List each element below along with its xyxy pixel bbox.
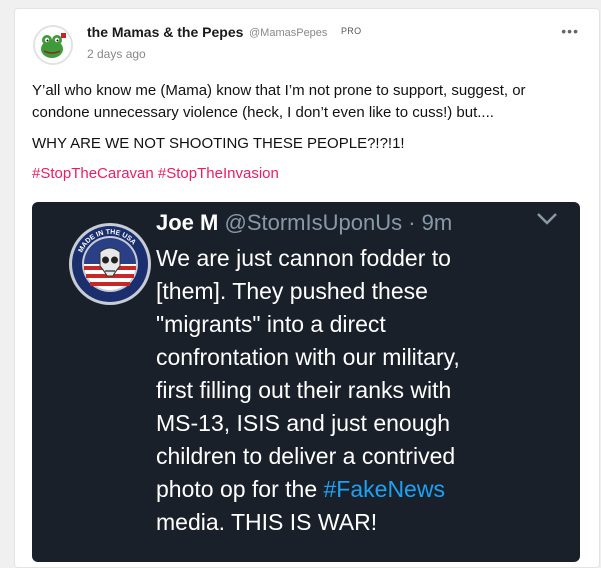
author-handle[interactable]: @MamasPepes: [249, 27, 327, 39]
tweet-line-9: media. THIS IS WAR!: [156, 509, 378, 535]
tweet-line-8-text: photo op for the: [156, 476, 324, 502]
tweet-hashtag-fakenews: #FakeNews: [323, 476, 445, 502]
pro-badge: PRO: [341, 26, 362, 36]
avatar[interactable]: [33, 25, 73, 65]
tweet-line-4: confrontation with our military,: [156, 344, 460, 370]
tweet-line-5: first filling out their ranks with: [156, 377, 452, 403]
chevron-down-icon: [537, 213, 557, 225]
hashtag-stop-the-caravan[interactable]: #StopTheCaravan: [32, 165, 154, 182]
post-card: the Mamas & the Pepes @MamasPepes PRO 2 …: [14, 8, 600, 568]
post-paragraph-2: WHY ARE WE NOT SHOOTING THESE PEOPLE?!?!…: [32, 135, 405, 152]
post-paragraph-1-line-1: Y’all who know me (Mama) know that I’m n…: [32, 82, 526, 99]
author-name[interactable]: the Mamas & the Pepes: [87, 24, 243, 40]
post-timestamp[interactable]: 2 days ago: [87, 47, 146, 61]
tweet-line-7: children to deliver a contrived: [156, 443, 456, 469]
tweet-header: Joe M @StormIsUponUs · 9m: [156, 210, 452, 236]
tweet-line-6: MS-13, ISIS and just enough: [156, 410, 451, 436]
post-paragraph-1-line-2: condone unnecessary violence (heck, I do…: [32, 104, 494, 121]
made-in-usa-seal-icon: MADE IN THE USA: [69, 223, 151, 305]
frog-avatar-icon: [35, 27, 71, 63]
tweet-line-2: [them]. They pushed these: [156, 278, 428, 304]
tweet-line-8: photo op for the #FakeNews: [156, 473, 566, 506]
tweet-handle-time: @StormIsUponUs · 9m: [224, 210, 453, 235]
more-options-button[interactable]: •••: [561, 23, 579, 39]
tweet-body: We are just cannon fodder to [them]. The…: [156, 242, 566, 539]
tweet-line-1: We are just cannon fodder to: [156, 245, 451, 271]
tweet-line-3: "migrants" into a direct: [156, 311, 386, 337]
hashtag-stop-the-invasion[interactable]: #StopTheInvasion: [158, 165, 279, 182]
tweet-author-name: Joe M: [156, 210, 219, 235]
hashtag-row: #StopTheCaravan #StopTheInvasion: [32, 165, 279, 182]
embedded-tweet-screenshot[interactable]: MADE IN THE USA Joe M @StormIsUponUs · 9…: [32, 202, 580, 562]
post-paragraph-1: Y’all who know me (Mama) know that I’m n…: [32, 80, 577, 124]
